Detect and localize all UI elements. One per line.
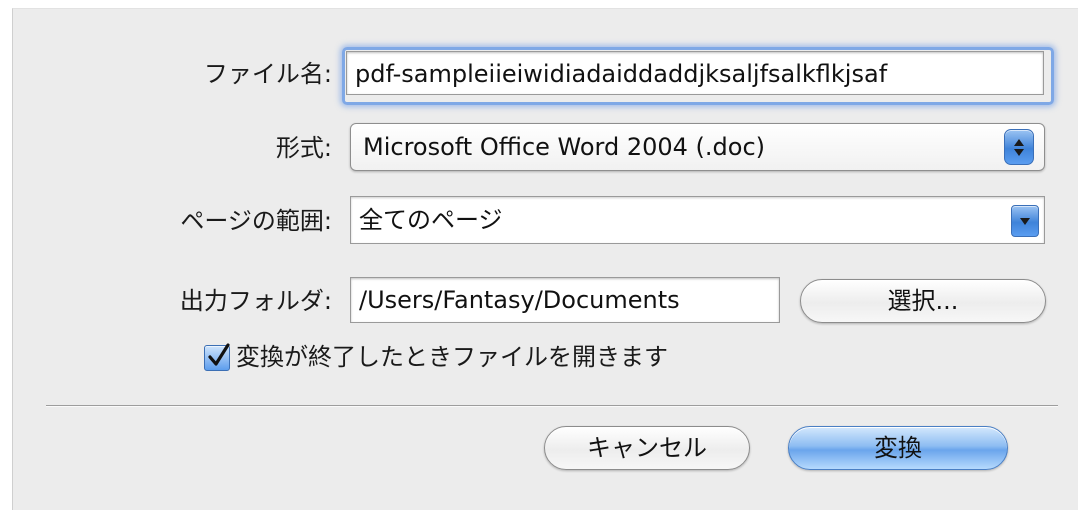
checkmark-icon xyxy=(208,343,230,366)
open-after-label: 変換が終了したときファイルを開きます xyxy=(236,343,668,371)
open-after-checkbox[interactable] xyxy=(204,343,230,371)
format-popup[interactable]: Microsoft Office Word 2004 (.doc) xyxy=(350,123,1045,171)
format-label: 形式: xyxy=(275,134,332,162)
format-selected: Microsoft Office Word 2004 (.doc) xyxy=(363,133,766,161)
convert-button[interactable]: 変換 xyxy=(788,426,1008,470)
choose-folder-button[interactable]: 選択... xyxy=(800,279,1046,323)
output-folder-field[interactable]: /Users/Fantasy/Documents xyxy=(350,277,780,323)
page-range-dropdown-icon[interactable] xyxy=(1011,205,1039,237)
separator xyxy=(46,405,1058,407)
filename-label: ファイル名: xyxy=(203,60,332,88)
format-stepper-icon[interactable] xyxy=(1004,129,1034,165)
cancel-button[interactable]: キャンセル xyxy=(544,426,750,470)
page-range-label: ページの範囲: xyxy=(180,207,332,235)
output-folder-label: 出力フォルダ: xyxy=(179,287,332,315)
page-range-combo[interactable]: 全てのページ xyxy=(350,196,1045,244)
page-range-selected: 全てのページ xyxy=(359,206,503,234)
filename-field[interactable]: pdf-sampleiieiwidiadaiddaddjksaljfsalkfl… xyxy=(346,51,1044,95)
